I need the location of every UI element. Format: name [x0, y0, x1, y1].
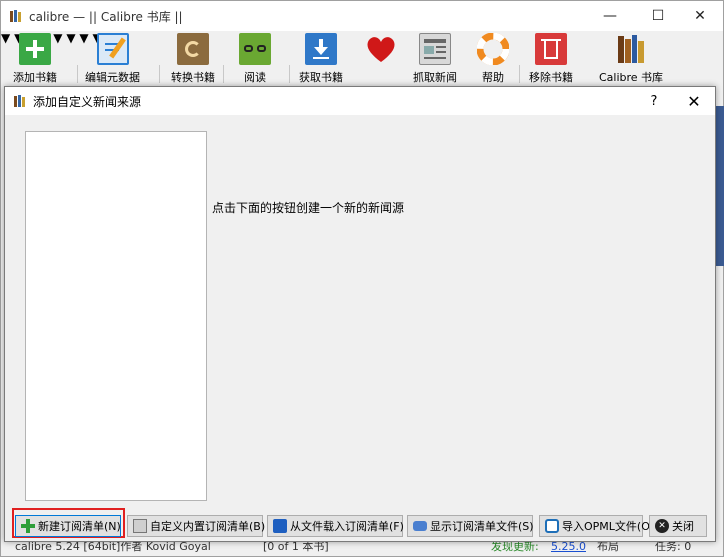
add-custom-news-dialog: 添加自定义新闻来源 ? ✕ 点击下面的按钮创建一个新的新闻源 新建订阅清单(N)…	[4, 86, 716, 542]
get-books-icon	[305, 33, 337, 65]
convert-books-icon	[177, 33, 209, 65]
toolbar-convert-books[interactable]: 转换书籍	[171, 33, 215, 85]
toolbar-edit-metadata[interactable]: 编辑元数据	[85, 33, 140, 85]
toolbar-library[interactable]: Calibre 书库	[599, 33, 663, 85]
window-title: calibre — || Calibre 书库 ||	[29, 9, 183, 24]
window-close-button[interactable]: ✕	[677, 1, 723, 31]
edit-metadata-icon	[96, 33, 129, 65]
create-recipe-hint: 点击下面的按钮创建一个新的新闻源	[212, 201, 405, 215]
donate-heart-icon	[367, 37, 395, 62]
fetch-news-icon	[419, 33, 451, 65]
dialog-title: 添加自定义新闻来源	[33, 94, 142, 109]
opml-icon	[545, 519, 559, 533]
button-label: 从文件载入订阅清单(F)	[290, 520, 404, 533]
main-toolbar: 添加书籍 ▼ 编辑元数据 ▼ 转换书籍 ▼ 阅读	[1, 31, 723, 87]
recipe-list[interactable]	[25, 131, 207, 501]
dialog-close-button[interactable]: ✕	[679, 87, 709, 115]
toolbar-label: 移除书籍	[529, 71, 573, 84]
toolbar-help[interactable]: 帮助	[477, 33, 509, 85]
toolbar-view[interactable]: 阅读	[239, 33, 271, 85]
dialog-button-row: 新建订阅清单(N) 自定义内置订阅清单(B) 从文件载入订阅清单(F) 显示订阅…	[5, 511, 715, 541]
folder-open-icon	[273, 519, 287, 533]
toolbar-label: 阅读	[244, 71, 266, 84]
news-icon	[133, 519, 147, 533]
add-book-icon	[19, 33, 51, 65]
drive-icon	[413, 521, 427, 531]
remove-books-icon	[535, 33, 567, 65]
toolbar-label: 编辑元数据	[85, 71, 140, 84]
button-label: 显示订阅清单文件(S)	[430, 520, 534, 533]
toolbar-fetch-news[interactable]: 抓取新闻	[413, 33, 457, 85]
toolbar-label: 转换书籍	[171, 71, 215, 84]
help-lifebuoy-icon	[477, 33, 509, 65]
show-recipe-files-button[interactable]: 显示订阅清单文件(S)	[407, 515, 534, 537]
toolbar-label: 抓取新闻	[413, 71, 457, 84]
close-circle-icon: ✕	[655, 519, 669, 533]
toolbar-separator	[519, 65, 520, 83]
toolbar-separator	[77, 65, 78, 83]
add-books-dropdown-icon[interactable]: ▼	[1, 31, 10, 45]
maximize-button[interactable]: ☐	[635, 1, 681, 31]
customize-builtin-recipe-button[interactable]: 自定义内置订阅清单(B)	[127, 515, 266, 537]
new-recipe-button[interactable]: 新建订阅清单(N)	[15, 515, 121, 537]
button-label: 导入OPML文件(O)	[562, 520, 655, 533]
toolbar-separator	[159, 65, 160, 83]
toolbar-label: 获取书籍	[299, 71, 343, 84]
fetch-news-dropdown-icon[interactable]: ▼	[66, 31, 75, 45]
toolbar-remove-books[interactable]: 移除书籍	[529, 33, 573, 85]
toolbar-label: 帮助	[482, 71, 504, 84]
close-button[interactable]: ✕ 关闭	[649, 515, 707, 537]
calibre-app-icon	[10, 10, 21, 22]
load-recipe-from-file-button[interactable]: 从文件载入订阅清单(F)	[267, 515, 404, 537]
dialog-help-button[interactable]: ?	[641, 87, 667, 115]
library-icon	[618, 35, 645, 63]
toolbar-get-books[interactable]: 获取书籍	[299, 33, 343, 85]
toolbar-separator	[289, 65, 290, 83]
toolbar-label: Calibre 书库	[599, 71, 664, 84]
button-label: 新建订阅清单(N)	[38, 520, 121, 533]
toolbar-donate[interactable]	[365, 33, 397, 85]
toolbar-label: 添加书籍	[13, 71, 57, 84]
button-label: 关闭	[672, 520, 694, 533]
calibre-app-icon	[14, 95, 25, 107]
minimize-button[interactable]: —	[587, 1, 633, 31]
import-opml-button[interactable]: 导入OPML文件(O)	[539, 515, 654, 537]
button-label: 自定义内置订阅清单(B)	[150, 520, 266, 533]
toolbar-separator	[223, 65, 224, 83]
plus-icon	[21, 519, 35, 533]
toolbar-add-books[interactable]: 添加书籍	[13, 33, 57, 85]
view-book-icon	[239, 33, 271, 65]
dialog-titlebar: 添加自定义新闻来源	[5, 87, 715, 115]
